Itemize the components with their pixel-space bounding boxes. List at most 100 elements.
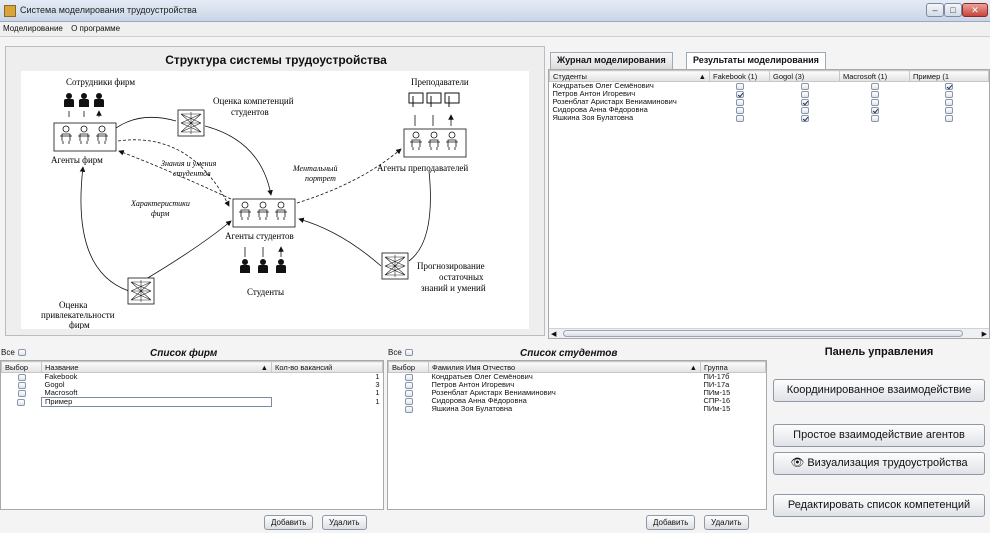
vacancy-count: 1 [375,388,380,398]
assignment-checkbox[interactable] [800,82,809,90]
simple-interaction-button[interactable]: Простое взаимодействие агентов [773,424,985,447]
col-example[interactable]: Пример (1 [909,70,989,82]
table-row[interactable]: Яшкина Зоя Булатовна [550,114,989,122]
table-row[interactable]: Пример 1 [2,397,383,407]
firms-table: Выбор Название ▲ Кол-во вакансий Fakebook… [0,360,384,510]
scroll-left-icon[interactable]: ◀ [551,330,556,338]
vacancy-count: 3 [375,380,380,389]
select-checkbox[interactable] [17,389,26,397]
label-student-agents: Агенты студентов [225,231,294,241]
horizontal-scrollbar[interactable]: ◀ ▶ [549,328,989,338]
scrollbar-thumb[interactable] [563,330,963,337]
assignment-checkbox[interactable] [800,98,809,106]
assignment-checkbox[interactable] [945,106,953,114]
col-group[interactable]: Группа [700,361,766,373]
col-gogol[interactable]: Gogol (3) [769,70,840,82]
employee-icon [94,93,104,107]
col-students[interactable]: Студенты ▲ [549,70,710,82]
assignment-checkbox[interactable] [870,82,879,90]
firm-name[interactable]: Fakebook [42,373,272,382]
arrows-up [68,111,99,117]
select-checkbox[interactable] [404,405,413,413]
col-select[interactable]: Выбор [1,361,42,373]
menu-modeling[interactable]: Моделирование [0,22,66,35]
app-icon [4,5,16,17]
tab-results[interactable]: Результаты моделирования [686,52,826,69]
col-firm-name[interactable]: Название ▲ [41,361,272,373]
diagram-title: Структура системы трудоустройства [165,53,387,67]
forecast-curve [408,170,431,262]
attractiveness-network-icon [127,277,155,305]
label-firm-chars-2: фирм [151,209,169,218]
agent-icon [256,201,270,221]
assignment-checkbox[interactable] [800,90,809,98]
agent-icon [409,131,423,151]
arrows-up [414,115,451,126]
assignment-checkbox[interactable] [870,98,879,106]
students-add-button[interactable]: Добавить [646,515,696,530]
label-forecast-3: знаний и умений [421,283,486,293]
assignment-checkbox[interactable] [735,106,744,114]
scroll-right-icon[interactable]: ▶ [982,330,987,338]
label-forecast-2: остаточных [439,272,484,282]
assignment-checkbox[interactable] [945,98,953,106]
assignment-checkbox[interactable] [735,82,744,90]
assignment-checkbox[interactable] [945,114,953,122]
close-button[interactable]: ✕ [962,3,988,17]
maximize-button[interactable]: □ [944,3,962,17]
firm-name[interactable]: Пример [41,397,272,407]
firms-add-button[interactable]: Добавить [264,515,314,530]
minimize-button[interactable]: – [926,3,944,17]
select-checkbox[interactable] [17,398,26,406]
assignment-checkbox[interactable] [945,90,953,98]
assignment-checkbox[interactable] [800,114,809,122]
label-mental-2: портрет [305,174,336,183]
agent-icon [95,125,109,145]
firms-select-all[interactable]: Все [1,348,26,357]
employee-icon [79,93,89,107]
coordinated-interaction-button[interactable]: Координированное взаимодействие [773,379,985,402]
label-students: Студенты [247,287,284,297]
assignment-checkbox[interactable] [870,106,879,114]
col-vacancies[interactable]: Кол-во вакансий [271,361,383,373]
select-all-checkbox[interactable] [404,349,413,357]
assignment-checkbox[interactable] [735,98,744,106]
assignment-checkbox[interactable] [800,106,809,114]
select-checkbox[interactable] [404,381,413,389]
select-checkbox[interactable] [17,381,26,389]
window-title: Система моделирования трудоустройства [20,5,197,15]
label-attract-3: фирм [69,320,90,329]
select-checkbox[interactable] [404,373,413,381]
col-select[interactable]: Выбор [388,361,429,373]
edit-competencies-button[interactable]: Редактировать список компетенций [773,494,985,517]
attract-arrow-up [79,166,130,292]
col-fakebook[interactable]: Fakebook (1) [709,70,770,82]
select-checkbox[interactable] [404,389,413,397]
firms-delete-button[interactable]: Удалить [322,515,367,530]
select-all-checkbox[interactable] [17,349,26,357]
visualize-label: Визуализация трудоустройства [807,457,968,469]
firm-name[interactable]: Macrosoft [42,389,272,398]
col-student-name[interactable]: Фамилия Имя Отчество ▲ [428,361,701,373]
col-macrosoft[interactable]: Macrosoft (1) [839,70,910,82]
menu-about[interactable]: О программе [68,22,123,35]
assignment-checkbox[interactable] [870,90,879,98]
teacher-icons [408,92,460,107]
assignment-checkbox[interactable] [870,114,879,122]
students-title: Список студентов [520,348,618,359]
agent-icon [59,125,73,145]
assignment-checkbox[interactable] [945,82,953,90]
tab-journal[interactable]: Журнал моделирования [550,52,673,69]
select-checkbox[interactable] [17,373,26,381]
table-row[interactable]: Яшкина Зоя Булатовна ПИм-15 [389,405,766,413]
students-delete-button[interactable]: Удалить [704,515,749,530]
label-forecast-1: Прогнозирование [417,261,485,271]
students-table: Выбор Фамилия Имя Отчество ▲ Группа Кондр… [387,360,767,510]
assignment-checkbox[interactable] [735,114,744,122]
students-select-all[interactable]: Все [388,348,413,357]
assignment-checkbox[interactable] [735,90,744,98]
select-checkbox[interactable] [404,397,413,405]
visualize-employment-button[interactable]: 👁 Визуализация трудоустройства [773,452,985,475]
label-competence-2: студентов [231,107,269,117]
diagram-panel: Структура системы трудоустройства Сотруд… [5,46,545,336]
